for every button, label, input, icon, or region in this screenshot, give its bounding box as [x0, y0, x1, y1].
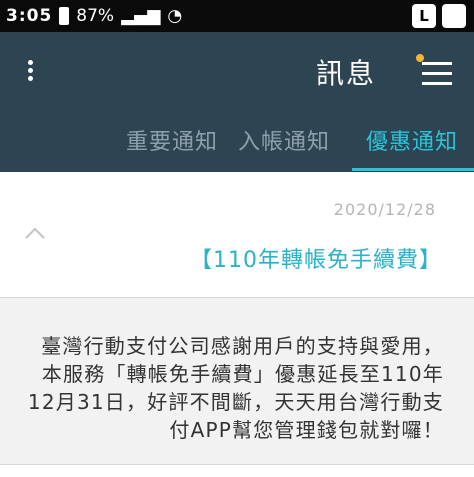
message-title: 【110年轉帳免手續費】: [190, 248, 442, 273]
status-right: L: [412, 4, 466, 28]
wifi-icon: ◔: [167, 6, 183, 26]
signal-icon: ▂▄▆: [121, 6, 161, 26]
message-body-line: 本服務「轉帳免手續費」優惠延長至110年: [41, 362, 444, 386]
status-bar: 3:05 87% ▂▄▆ ◔ L: [0, 0, 474, 32]
chevron-up-icon[interactable]: [24, 226, 46, 240]
message-body-line: 付APP幫您管理錢包就對囉！: [169, 418, 444, 442]
more-options-icon[interactable]: [28, 60, 34, 81]
hamburger-menu-icon[interactable]: [416, 54, 456, 85]
app-notification-icon: [442, 4, 466, 28]
status-time: 3:05: [6, 6, 53, 26]
app-header: 訊息: [0, 32, 474, 110]
tab-bar: 優惠通知 入帳通知 重要通知: [0, 110, 474, 172]
status-left: 3:05 87% ▂▄▆ ◔: [6, 6, 182, 26]
screen: 3:05 87% ▂▄▆ ◔ L 訊息 優惠通知 入帳通知 重要通知 2020/…: [0, 0, 474, 477]
message-header[interactable]: 2020/12/28 【110年轉帳免手續費】: [0, 172, 474, 297]
message-date: 2020/12/28: [333, 200, 436, 219]
message-body-line: 臺灣行動支付公司感謝用戶的支持與愛用，: [41, 334, 444, 358]
message-body: 臺灣行動支付公司感謝用戶的支持與愛用， 本服務「轉帳免手續費」優惠延長至110年…: [0, 298, 474, 464]
list-end: [0, 464, 474, 477]
notification-icon: L: [412, 4, 436, 28]
page-title: 訊息: [316, 57, 377, 90]
active-tab-indicator: [352, 168, 474, 171]
unread-dot-icon: [416, 54, 424, 62]
tab-discount-notice[interactable]: 優惠通知: [366, 124, 458, 156]
battery-icon: [59, 7, 70, 25]
tab-deposit-notice[interactable]: 入帳通知: [238, 124, 330, 156]
battery-percent: 87%: [76, 6, 115, 26]
tab-important-notice[interactable]: 重要通知: [126, 124, 218, 156]
message-body-line: 12月31日，好評不間斷，天天用台灣行動支: [27, 390, 444, 414]
